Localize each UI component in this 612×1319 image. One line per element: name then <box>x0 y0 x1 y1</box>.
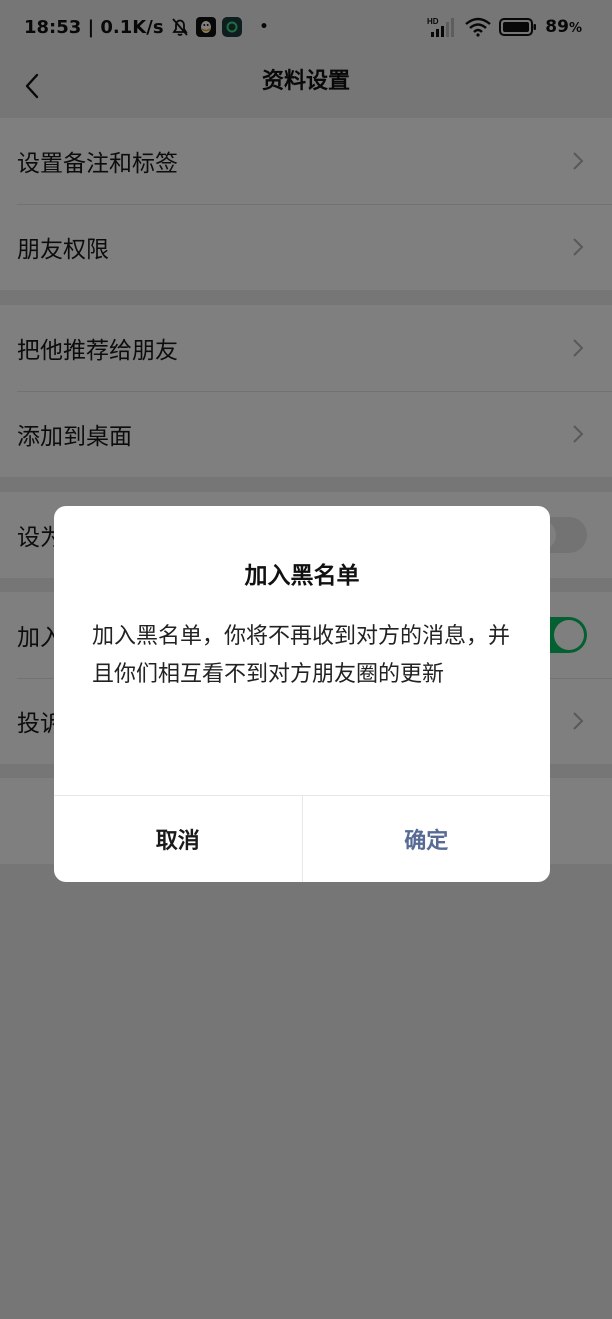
cancel-button[interactable]: 取消 <box>54 796 303 882</box>
confirm-button[interactable]: 确定 <box>303 796 551 882</box>
blacklist-dialog: 加入黑名单 加入黑名单，你将不再收到对方的消息，并且你们相互看不到对方朋友圈的更… <box>54 506 550 882</box>
dialog-message: 加入黑名单，你将不再收到对方的消息，并且你们相互看不到对方朋友圈的更新 <box>92 624 511 687</box>
dialog-actions: 取消 确定 <box>54 795 550 882</box>
screen: 18:53 | 0.1K/s <box>0 0 612 1319</box>
dialog-title: 加入黑名单 <box>244 563 360 589</box>
